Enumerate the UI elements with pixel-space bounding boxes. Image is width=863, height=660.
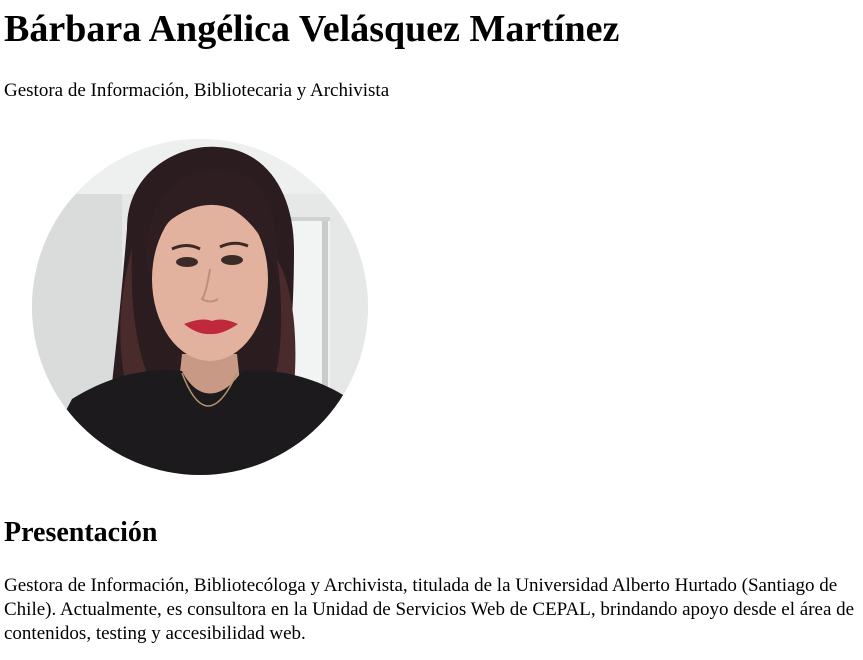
- section-heading: Presentación: [4, 517, 158, 548]
- profile-name: Bárbara Angélica Velásquez Martínez: [4, 8, 620, 50]
- profile-photo-image: [32, 139, 368, 475]
- profile-photo: [32, 139, 368, 475]
- intro-paragraph: Gestora de Información, Bibliotecóloga y…: [4, 575, 855, 644]
- profile-role: Gestora de Información, Bibliotecaria y …: [4, 80, 390, 101]
